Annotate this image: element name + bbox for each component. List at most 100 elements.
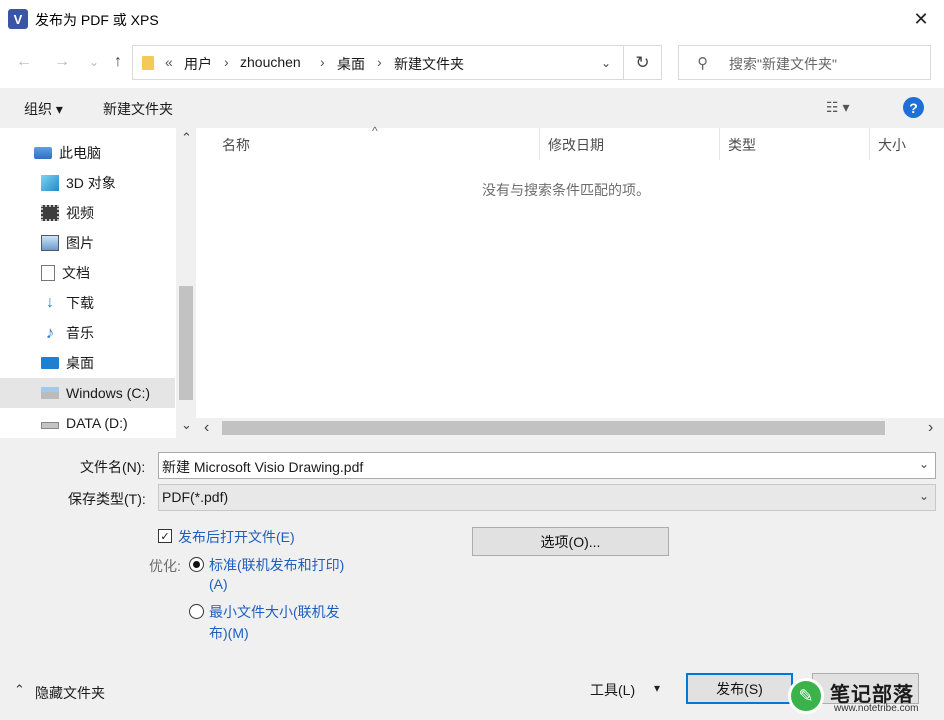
sidebar-item-label: Windows (C:) — [66, 385, 151, 401]
sidebar-item-label: 音乐 — [66, 325, 94, 341]
sidebar-item-this-pc[interactable]: 此电脑 — [0, 138, 175, 168]
search-box[interactable]: ⚲ 搜索"新建文件夹" — [678, 45, 931, 80]
computer-icon — [34, 147, 52, 159]
file-list-pane: ^ 名称 修改日期 类型 大小 没有与搜索条件匹配的项。 ‹ › — [196, 124, 944, 438]
column-header-name[interactable]: 名称 — [222, 135, 250, 155]
sidebar-item-downloads[interactable]: ↓ 下载 — [0, 288, 175, 318]
tools-dropdown-icon[interactable]: ▾ — [654, 681, 660, 695]
search-input[interactable]: 搜索"新建文件夹" — [729, 54, 837, 74]
command-toolbar: 组织 ▾ 新建文件夹 ☷ ▾ ? — [0, 88, 944, 128]
breadcrumb-desktop[interactable]: 桌面 — [337, 54, 365, 74]
hide-folders-chevron-icon[interactable]: ⌃ — [14, 682, 25, 698]
sidebar-item-windows-c[interactable]: Windows (C:) — [0, 378, 175, 408]
scroll-right-chevron-icon[interactable]: › — [928, 419, 933, 437]
open-after-publish-label[interactable]: 发布后打开文件(E) — [178, 527, 295, 547]
desktop-icon — [41, 357, 59, 369]
breadcrumb-users[interactable]: 用户 — [184, 54, 212, 74]
scroll-up-chevron-icon[interactable]: ⌃ — [181, 130, 192, 146]
change-view-button[interactable]: ☷ ▾ — [826, 99, 849, 116]
document-icon — [41, 265, 55, 281]
sidebar-item-label: DATA (D:) — [66, 415, 128, 431]
filename-label: 文件名(N): — [80, 459, 146, 475]
optimize-minimum-size-radio[interactable] — [189, 604, 204, 619]
breadcrumb-zhouchen[interactable]: zhouchen — [240, 54, 301, 70]
address-bar[interactable]: « 用户 › zhouchen › 桌面 › 新建文件夹 ⌄ ↻ — [132, 45, 662, 80]
open-after-publish-checkbox[interactable]: ✓ — [158, 529, 172, 543]
picture-icon — [41, 235, 59, 251]
sidebar-item-label: 文档 — [62, 265, 90, 281]
breadcrumb-separator-icon[interactable]: › — [377, 54, 382, 70]
up-arrow-icon[interactable]: ↑ — [106, 50, 130, 74]
sidebar-item-desktop[interactable]: 桌面 — [0, 348, 175, 378]
sidebar-item-label: 视频 — [66, 205, 94, 221]
filename-field[interactable]: 新建 Microsoft Visio Drawing.pdf ⌄ — [158, 452, 936, 479]
sidebar-item-videos[interactable]: 视频 — [0, 198, 175, 228]
cube-3d-icon — [41, 175, 59, 191]
breadcrumb-overflow-icon[interactable]: « — [165, 54, 173, 70]
scroll-down-chevron-icon[interactable]: ⌄ — [181, 417, 192, 433]
column-header-type[interactable]: 类型 — [728, 135, 756, 155]
sidebar-item-label: 3D 对象 — [66, 175, 116, 191]
navigation-bar: ← → ⌄ ↑ « 用户 › zhouchen › 桌面 › 新建文件夹 ⌄ ↻… — [0, 38, 944, 88]
column-header-date-modified[interactable]: 修改日期 — [548, 135, 604, 155]
breadcrumb-new-folder[interactable]: 新建文件夹 — [394, 54, 464, 74]
music-icon: ♪ — [45, 323, 55, 342]
scrollbar-thumb[interactable] — [179, 286, 193, 400]
watermark: ✎ 笔记部落 www.notetribe.com — [782, 672, 944, 720]
breadcrumb-separator-icon[interactable]: › — [320, 54, 325, 70]
optimize-standard-label-accesskey[interactable]: (A) — [209, 576, 228, 592]
refresh-icon[interactable]: ↻ — [623, 46, 661, 79]
title-bar: V 发布为 PDF 或 XPS ✕ — [0, 0, 944, 38]
filetype-value: PDF(*.pdf) — [162, 489, 229, 505]
scroll-left-chevron-icon[interactable]: ‹ — [204, 419, 209, 437]
filetype-dropdown-chevron-icon[interactable]: ⌄ — [919, 489, 929, 503]
options-button[interactable]: 选项(O)... — [472, 527, 669, 556]
sidebar-item-documents[interactable]: 文档 — [0, 258, 175, 288]
filetype-label: 保存类型(T): — [68, 491, 146, 507]
visio-app-icon: V — [8, 9, 31, 29]
windows-drive-icon — [41, 387, 59, 399]
sidebar-item-data-d[interactable]: DATA (D:) — [0, 408, 175, 438]
file-list-horizontal-scrollbar[interactable]: ‹ › — [196, 418, 944, 438]
publish-button[interactable]: 发布(S) — [686, 673, 793, 704]
back-arrow-icon[interactable]: ← — [12, 50, 36, 74]
navigation-pane: 此电脑 3D 对象 视频 图片 文档 ↓ 下载 ♪ 音乐 桌面 Windows … — [0, 128, 196, 438]
tools-menu-button[interactable]: 工具(L) — [590, 680, 635, 700]
new-folder-button[interactable]: 新建文件夹 — [103, 99, 173, 119]
sidebar-item-label: 此电脑 — [59, 145, 101, 161]
column-divider[interactable] — [539, 128, 540, 160]
sidebar-item-pictures[interactable]: 图片 — [0, 228, 175, 258]
navigation-pane-scrollbar[interactable]: ⌃ ⌄ — [176, 128, 196, 438]
optimize-minimum-size-label[interactable]: 最小文件大小(联机发 — [209, 602, 340, 622]
sidebar-item-3d-objects[interactable]: 3D 对象 — [0, 168, 175, 198]
folder-icon — [142, 56, 154, 70]
optimize-standard-label[interactable]: 标准(联机发布和打印) — [209, 555, 344, 575]
close-button[interactable]: ✕ — [898, 0, 944, 38]
video-icon — [41, 205, 59, 221]
filename-dropdown-chevron-icon[interactable]: ⌄ — [919, 457, 929, 471]
column-header-size[interactable]: 大小 — [878, 135, 906, 155]
help-icon[interactable]: ? — [903, 97, 924, 118]
sidebar-item-music[interactable]: ♪ 音乐 — [0, 318, 175, 348]
watermark-logo-icon: ✎ — [788, 678, 824, 714]
search-icon: ⚲ — [697, 55, 708, 72]
recent-locations-chevron-icon[interactable]: ⌄ — [82, 50, 106, 74]
sidebar-item-label: 桌面 — [66, 355, 94, 371]
breadcrumb-separator-icon[interactable]: › — [224, 54, 229, 70]
drive-icon — [41, 422, 59, 429]
scrollbar-thumb[interactable] — [222, 421, 885, 435]
optimize-minimum-size-label-cont[interactable]: 布)(M) — [209, 623, 249, 643]
optimize-standard-radio[interactable] — [189, 557, 204, 572]
forward-arrow-icon[interactable]: → — [50, 50, 74, 74]
hide-folders-button[interactable]: 隐藏文件夹 — [35, 683, 105, 703]
column-divider[interactable] — [719, 128, 720, 160]
organize-menu-button[interactable]: 组织 ▾ — [24, 99, 63, 119]
sort-ascending-icon: ^ — [372, 124, 378, 138]
sidebar-item-label: 图片 — [66, 235, 94, 251]
address-dropdown-chevron-icon[interactable]: ⌄ — [589, 46, 623, 79]
empty-results-message: 没有与搜索条件匹配的项。 — [482, 182, 650, 198]
column-divider[interactable] — [869, 128, 870, 160]
watermark-url: www.notetribe.com — [834, 703, 919, 714]
filetype-select[interactable]: PDF(*.pdf) ⌄ — [158, 484, 936, 511]
filename-value[interactable]: 新建 Microsoft Visio Drawing.pdf — [162, 457, 363, 477]
